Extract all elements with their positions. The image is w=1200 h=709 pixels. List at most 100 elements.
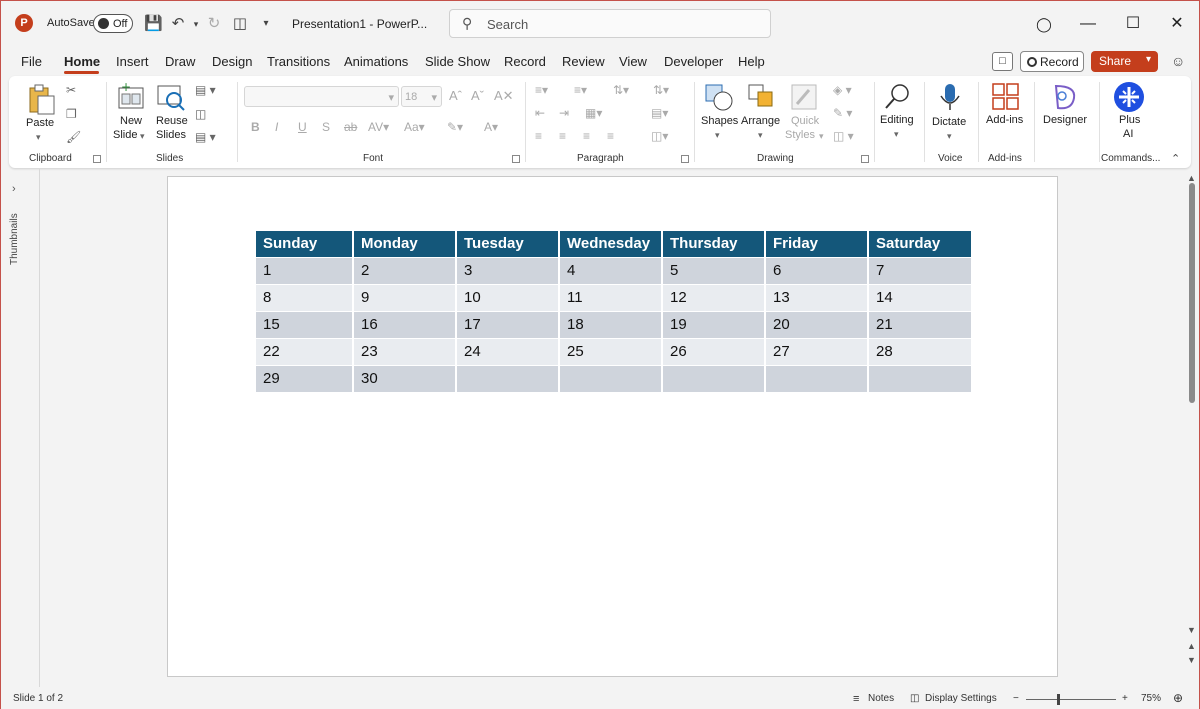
display-settings-icon[interactable]: ◫ (910, 693, 919, 704)
italic-icon[interactable]: I (275, 120, 278, 134)
bullets-icon[interactable]: ≡▾ (535, 83, 548, 97)
zoom-slider-thumb[interactable] (1057, 694, 1060, 705)
addins-icon[interactable] (991, 82, 1023, 114)
columns-icon[interactable]: ▦▾ (585, 106, 602, 120)
header-cell[interactable]: Tuesday (456, 231, 560, 257)
shape-outline-icon[interactable]: ✎ ▾ (833, 106, 852, 120)
shape-effects-icon[interactable]: ◫ ▾ (833, 129, 854, 143)
reuse-slides-label-1[interactable]: Reuse (156, 114, 188, 128)
day-cell[interactable]: 11 (559, 283, 663, 311)
arrange-icon[interactable] (746, 82, 778, 114)
day-cell[interactable]: 14 (868, 283, 971, 311)
clipboard-launcher-icon[interactable] (93, 155, 101, 163)
text-direction-icon[interactable]: ⇅▾ (653, 83, 669, 97)
tab-view[interactable]: View (619, 54, 647, 69)
day-cell[interactable]: 2 (353, 256, 457, 284)
tab-draw[interactable]: Draw (165, 54, 195, 69)
copy-icon[interactable]: ❐ (66, 107, 77, 121)
day-cell[interactable] (559, 364, 663, 392)
editing-label[interactable]: Editing (880, 113, 914, 127)
vertical-scrollbar[interactable]: ▲ ▼ ▲ ▼ (1185, 173, 1199, 689)
microphone-icon[interactable] (935, 82, 967, 114)
shadow-icon[interactable]: S (322, 120, 330, 134)
reuse-slides-label-2[interactable]: Slides (156, 128, 186, 142)
day-cell[interactable]: 21 (868, 310, 971, 338)
reuse-slides-icon[interactable] (156, 82, 188, 114)
font-color-icon[interactable]: A▾ (484, 120, 498, 134)
paste-dropdown-icon[interactable]: ▾ (36, 130, 41, 144)
day-cell[interactable] (456, 364, 560, 392)
smartart-icon[interactable]: ◫▾ (651, 129, 668, 143)
header-cell[interactable]: Wednesday (559, 231, 663, 257)
shapes-icon[interactable] (704, 82, 736, 114)
next-slide-icon[interactable]: ▼ (1187, 655, 1196, 665)
align-text-icon[interactable]: ▤▾ (651, 106, 668, 120)
tab-insert[interactable]: Insert (116, 54, 149, 69)
font-name-select[interactable]: ▾ (244, 86, 399, 107)
day-cell[interactable] (662, 364, 766, 392)
close-button[interactable]: ✕ (1167, 14, 1187, 34)
cut-icon[interactable]: ✂ (66, 83, 76, 97)
day-cell[interactable]: 17 (456, 310, 560, 338)
quick-styles-label-1[interactable]: Quick (791, 114, 819, 128)
change-case-icon[interactable]: Aa▾ (404, 120, 425, 134)
thumbnails-pane-toggle[interactable]: Thumbnails (5, 207, 25, 267)
find-icon[interactable] (883, 82, 915, 114)
font-size-select[interactable]: 18 ▾ (401, 86, 442, 107)
tab-developer[interactable]: Developer (664, 54, 723, 69)
lightbulb-icon[interactable]: ◯ (1034, 14, 1054, 34)
expand-thumbnails-icon[interactable]: › (12, 183, 16, 195)
day-cell[interactable]: 30 (353, 364, 457, 392)
autosave-toggle[interactable]: Off (93, 14, 133, 33)
decrease-indent-icon[interactable]: ⇤ (535, 106, 545, 120)
day-cell[interactable]: 26 (662, 337, 766, 365)
day-cell[interactable]: 16 (353, 310, 457, 338)
tab-animations[interactable]: Animations (344, 54, 408, 69)
header-cell[interactable]: Thursday (662, 231, 766, 257)
minimize-button[interactable]: — (1078, 14, 1098, 34)
clear-formatting-icon[interactable]: A✕ (494, 89, 514, 103)
day-cell[interactable]: 12 (662, 283, 766, 311)
arrange-label[interactable]: Arrange (741, 114, 780, 128)
tab-transitions[interactable]: Transitions (267, 54, 330, 69)
tab-review[interactable]: Review (562, 54, 605, 69)
scrollbar-thumb[interactable] (1189, 183, 1195, 403)
header-cell[interactable]: Friday (765, 231, 869, 257)
paste-label[interactable]: Paste (26, 116, 54, 130)
addins-button-label[interactable]: Add-ins (986, 113, 1023, 127)
display-settings-button[interactable]: Display Settings (925, 693, 997, 704)
layout-icon[interactable]: ▤ ▾ (195, 83, 216, 97)
save-icon[interactable]: 💾 (144, 15, 163, 33)
tab-file[interactable]: File (21, 54, 42, 69)
maximize-button[interactable]: ☐ (1123, 14, 1143, 34)
day-cell[interactable]: 28 (868, 337, 971, 365)
reset-icon[interactable]: ◫ (195, 107, 206, 121)
line-spacing-icon[interactable]: ⇅▾ (613, 83, 629, 97)
header-cell[interactable]: Monday (353, 231, 457, 257)
redo-icon[interactable]: ↻ (205, 15, 223, 33)
fit-slide-icon[interactable]: ⊕ (1173, 691, 1183, 705)
quick-styles-label-2[interactable]: Styles (785, 128, 815, 142)
record-button[interactable]: Record (1020, 51, 1084, 72)
undo-dropdown-icon[interactable]: ▾ (187, 15, 205, 33)
day-cell[interactable]: 1 (256, 256, 354, 284)
undo-icon[interactable]: ↶ (169, 15, 187, 33)
justify-icon[interactable]: ≡ (607, 129, 614, 143)
search-box[interactable]: ⚲ Search (449, 9, 771, 38)
shapes-dropdown-icon[interactable]: ▾ (715, 128, 720, 142)
increase-font-icon[interactable]: Aˆ (449, 89, 462, 103)
designer-label[interactable]: Designer (1043, 113, 1087, 127)
day-cell[interactable]: 10 (456, 283, 560, 311)
editing-dropdown-icon[interactable]: ▾ (894, 127, 899, 141)
strikethrough-icon[interactable]: ab (344, 120, 357, 134)
day-cell[interactable]: 25 (559, 337, 663, 365)
day-cell[interactable]: 3 (456, 256, 560, 284)
share-button[interactable]: Share ▾ (1091, 51, 1158, 72)
day-cell[interactable]: 20 (765, 310, 869, 338)
customize-qat-icon[interactable]: ▾ (257, 15, 275, 33)
day-cell[interactable] (868, 364, 971, 392)
section-icon[interactable]: ▤ ▾ (195, 130, 216, 144)
day-cell[interactable]: 8 (256, 283, 354, 311)
zoom-slider[interactable] (1026, 699, 1116, 700)
day-cell[interactable]: 23 (353, 337, 457, 365)
